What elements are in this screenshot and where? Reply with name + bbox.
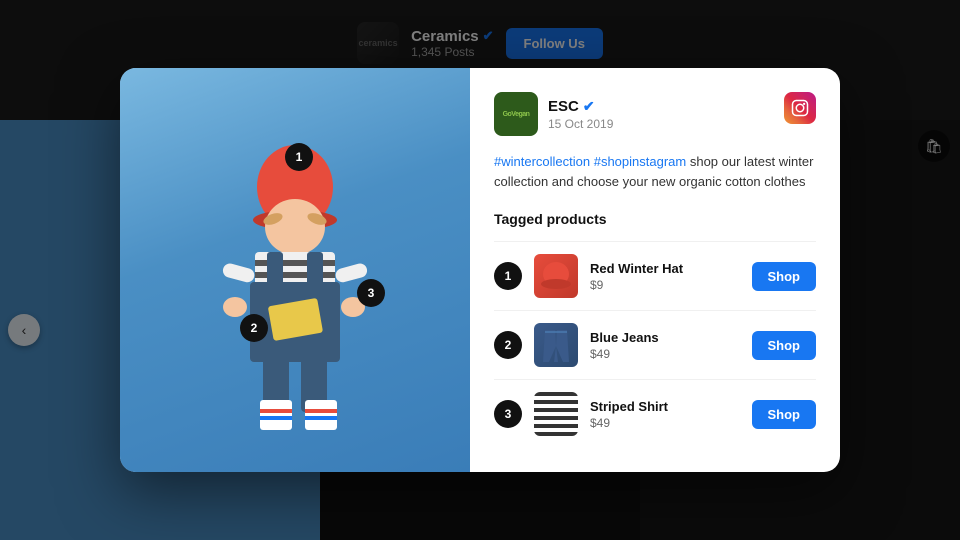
instagram-svg: [791, 99, 809, 117]
modal-overlay: 1 2 3 GoVegan: [0, 0, 960, 540]
modal-content-panel: GoVegan ESC ✔ 15 Oct 2019: [470, 68, 840, 472]
profile-name: ESC ✔: [548, 98, 613, 115]
product-info-1: Red Winter Hat $9: [590, 261, 740, 292]
product-price-2: $49: [590, 347, 740, 361]
product-num-2-label: 2: [505, 338, 512, 352]
shop-button-2[interactable]: Shop: [752, 331, 817, 360]
profile-avatar: GoVegan: [494, 92, 538, 136]
product-modal: 1 2 3 GoVegan: [120, 68, 840, 472]
product-info-2: Blue Jeans $49: [590, 330, 740, 361]
hotspot-1-label: 1: [296, 150, 303, 164]
modal-image-panel: 1 2 3: [120, 68, 470, 472]
product-name-1: Red Winter Hat: [590, 261, 740, 276]
modal-image-bg: 1 2 3: [120, 68, 470, 472]
product-name-3: Striped Shirt: [590, 399, 740, 414]
post-caption: #wintercollection #shopinstagram shop ou…: [494, 152, 816, 191]
product-item-3: 3 Striped Shirt $49 Shop: [494, 379, 816, 448]
jeans-icon: [543, 328, 569, 362]
profile-name-text: ESC: [548, 98, 579, 115]
product-info-3: Striped Shirt $49: [590, 399, 740, 430]
shop-button-3[interactable]: Shop: [752, 400, 817, 429]
product-thumb-2: [534, 323, 578, 367]
product-num-3-label: 3: [505, 407, 512, 421]
tagged-products-title: Tagged products: [494, 211, 816, 227]
product-num-3: 3: [494, 400, 522, 428]
avatar-label: GoVegan: [503, 111, 530, 118]
hotspot-2-label: 2: [251, 321, 258, 335]
product-num-1-label: 1: [505, 269, 512, 283]
product-item-2: 2 Blue Jeans $49 Shop: [494, 310, 816, 379]
hotspot-3[interactable]: 3: [357, 279, 385, 307]
hat-icon: [541, 262, 571, 290]
product-thumb-3: [534, 392, 578, 436]
product-thumb-1: [534, 254, 578, 298]
product-num-1: 1: [494, 262, 522, 290]
product-price-3: $49: [590, 416, 740, 430]
modal-profile: GoVegan ESC ✔ 15 Oct 2019: [494, 92, 613, 136]
verified-checkmark: ✔: [583, 98, 595, 115]
modal-header: GoVegan ESC ✔ 15 Oct 2019: [494, 92, 816, 136]
product-item-1: 1 Red Winter Hat $9 Shop: [494, 241, 816, 310]
product-num-2: 2: [494, 331, 522, 359]
instagram-icon: [784, 92, 816, 124]
hotspot-1[interactable]: 1: [285, 143, 313, 171]
hashtag-text[interactable]: #wintercollection #shopinstagram: [494, 154, 686, 169]
product-name-2: Blue Jeans: [590, 330, 740, 345]
hotspot-3-label: 3: [368, 286, 375, 300]
product-list: 1 Red Winter Hat $9 Shop: [494, 241, 816, 448]
hotspot-2[interactable]: 2: [240, 314, 268, 342]
product-price-1: $9: [590, 278, 740, 292]
profile-name-row: ESC ✔ 15 Oct 2019: [548, 98, 613, 131]
shop-button-1[interactable]: Shop: [752, 262, 817, 291]
post-date: 15 Oct 2019: [548, 117, 613, 131]
